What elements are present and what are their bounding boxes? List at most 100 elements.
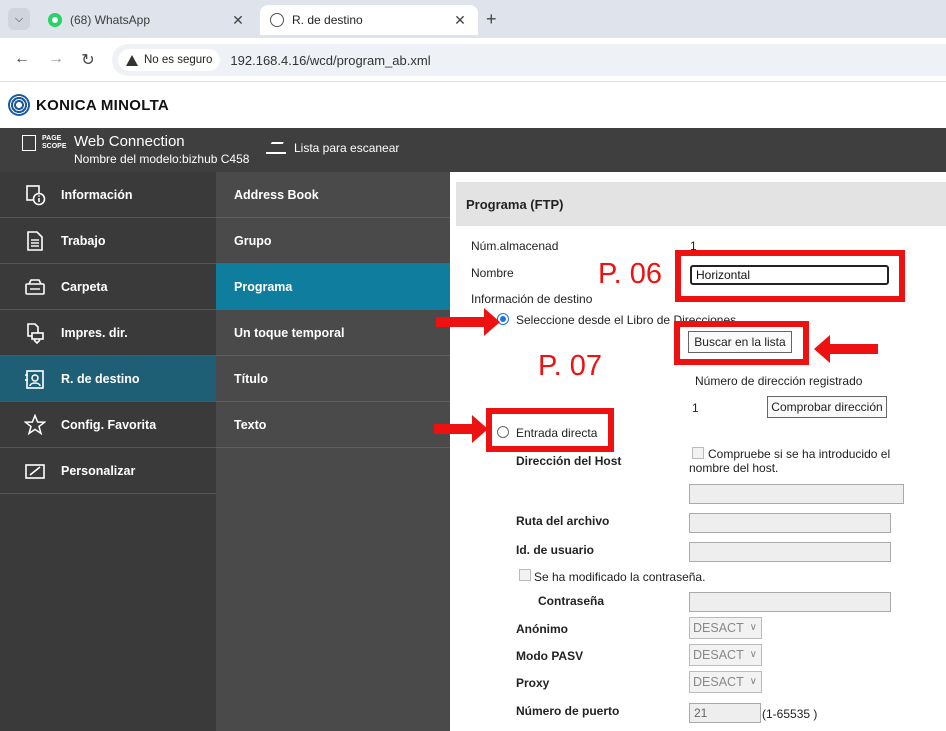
logo-line-2: SCOPE [42,143,67,150]
pwd-changed-label: Se ha modificado la contraseña. [534,570,706,584]
usuario-label: Id. de usuario [516,543,595,557]
sub-navigation: Address Book Grupo Programa Un toque tem… [216,172,450,731]
tab-title: R. de destino [292,13,363,27]
ruta-archivo-input[interactable] [689,513,891,533]
puerto-label: Número de puerto [516,704,620,718]
web-connection-bar: PAGE SCOPE Web Connection Nombre del mod… [0,128,946,172]
nav-label: Trabajo [61,233,106,248]
ruta-label: Ruta del archivo [516,514,610,528]
nav-item-trabajo[interactable]: Trabajo [0,218,216,264]
chevron-down-icon: ∨ [749,676,757,687]
tab-whatsapp[interactable]: (68) WhatsApp ✕ [38,5,256,35]
url-text: 192.168.4.16/wcd/program_ab.xml [230,52,431,68]
num-direccion-value: 1 [692,401,699,415]
address-bar-row: ← → ↻ No es seguro 192.168.4.16/wcd/prog… [0,38,946,82]
model-name: Nombre del modelo:bizhub C458 [74,152,250,166]
annotation-arrow-libro [436,308,500,336]
nav-item-carpeta[interactable]: Carpeta [0,264,216,310]
security-indicator[interactable]: No es seguro [118,49,221,71]
print-icon [27,323,44,344]
whatsapp-icon [48,13,62,27]
back-arrow-icon[interactable]: ← [12,50,32,68]
main-navigation: Información Trabajo Carpeta Impres. dir.… [0,172,216,731]
tab-title: (68) WhatsApp [70,13,151,27]
logo-line-1: PAGE [42,135,62,142]
nav-item-informacion[interactable]: Información [0,172,216,218]
customize-icon [25,464,45,479]
pasv-value: DESACT [693,648,744,662]
subnav-item-programa[interactable]: Programa [216,264,450,310]
contrasena-input[interactable] [689,592,891,612]
proxy-value: DESACT [693,675,744,689]
close-icon[interactable]: ✕ [452,12,468,29]
chevron-down-icon: ∨ [749,622,757,633]
browser-tab-bar: ⌵ (68) WhatsApp ✕ R. de destino ✕ + [0,0,946,38]
anonimo-label: Anónimo [516,622,568,636]
info-icon [26,185,46,206]
puerto-range: (1-65535 ) [762,707,818,721]
annotation-box-buscar [674,321,809,365]
globe-icon [270,13,284,27]
contrasena-label: Contraseña [538,594,605,608]
new-tab-plus-icon[interactable]: + [486,9,497,30]
password-changed-checkbox[interactable] [519,569,531,581]
nav-item-r-de-destino[interactable]: R. de destino [0,356,216,402]
address-book-icon [25,370,44,389]
forward-arrow-icon[interactable]: → [46,50,66,68]
subnav-item-un-toque-temporal[interactable]: Un toque temporal [216,310,450,356]
nav-label: Información [61,187,133,202]
anonimo-select[interactable]: DESACT ∨ [689,617,762,639]
annotation-label-p07: P. 07 [538,350,602,382]
url-omnibox[interactable]: No es seguro 192.168.4.16/wcd/program_ab… [112,44,946,76]
form-heading: Programa (FTP) [456,182,946,226]
scanner-icon [266,141,286,155]
document-icon [27,231,43,251]
nombre-label: Nombre [471,266,514,280]
app-title: Web Connection [74,133,185,150]
host-check-label: Compruebe si se ha introducido el nombre… [689,447,891,475]
konica-minolta-logo-icon [8,94,30,116]
star-icon [24,414,46,436]
warning-triangle-icon [126,54,138,66]
nav-label: Carpeta [61,279,108,294]
pasv-label: Modo PASV [516,649,584,663]
nav-label: Impres. dir. [61,325,128,340]
usuario-input[interactable] [689,542,891,562]
anonimo-value: DESACT [693,621,744,635]
brand-header: KONICA MINOLTA [0,82,946,128]
host-address-input[interactable] [689,484,904,504]
pasv-select[interactable]: DESACT ∨ [689,644,762,666]
subnav-item-address-book[interactable]: Address Book [216,172,450,218]
tab-search-chevron-icon[interactable]: ⌵ [8,8,30,30]
pagescope-logo-icon: PAGE SCOPE [22,133,68,155]
nav-item-config-favorita[interactable]: Config. Favorita [0,402,216,448]
nav-label: Personalizar [61,463,136,478]
scan-list-label: Lista para escanear [294,141,400,155]
brand-name: KONICA MINOLTA [36,96,170,114]
chevron-down-icon: ∨ [749,649,757,660]
info-destino-label: Información de destino [471,292,593,306]
nav-item-personalizar[interactable]: Personalizar [0,448,216,494]
security-label: No es seguro [144,54,213,66]
annotation-box-entrada-directa [486,408,614,452]
subnav-item-titulo[interactable]: Título [216,356,450,402]
annotation-label-p06: P. 06 [598,258,662,290]
subnav-item-grupo[interactable]: Grupo [216,218,450,264]
num-almacenad-label: Núm.almacenad [471,239,559,253]
subnav-item-texto[interactable]: Texto [216,402,450,448]
annotation-box-nombre [675,250,905,302]
annotation-arrow-buscar [814,335,878,363]
comprobar-direccion-button[interactable]: Comprobar dirección [767,396,887,418]
tab-destino[interactable]: R. de destino ✕ [260,5,478,35]
host-label: Dirección del Host [516,454,622,468]
proxy-select[interactable]: DESACT ∨ [689,671,762,693]
folder-icon [25,279,45,295]
scan-list-link[interactable]: Lista para escanear [266,141,399,155]
nav-item-impres-dir[interactable]: Impres. dir. [0,310,216,356]
nav-label: Config. Favorita [61,417,157,432]
puerto-input[interactable] [689,703,761,723]
close-icon[interactable]: ✕ [230,12,246,29]
proxy-label: Proxy [516,676,550,690]
num-direccion-label: Número de dirección registrado [695,374,863,388]
reload-icon[interactable]: ↻ [78,50,98,70]
